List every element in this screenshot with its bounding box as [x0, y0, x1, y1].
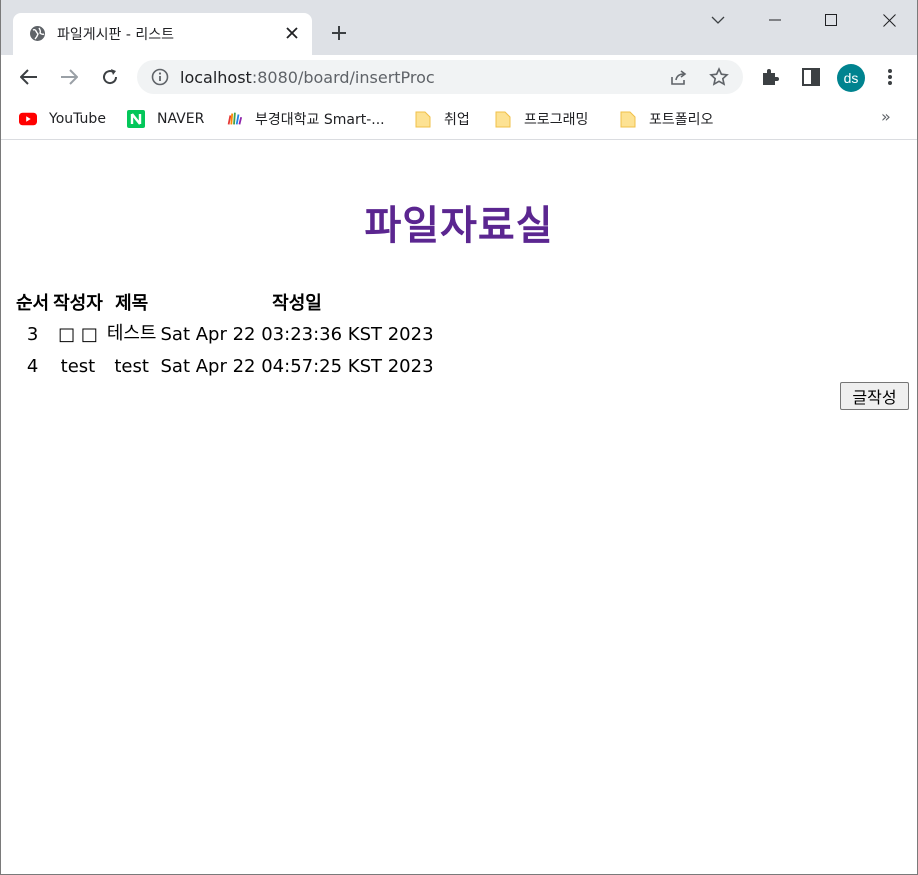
column-header-title: 제목	[115, 293, 149, 314]
folder-icon	[619, 110, 637, 128]
forward-icon[interactable]	[57, 65, 81, 89]
table-row[interactable]: 3 □ □ 테스트 Sat Apr 22 03:23:36 KST 2023	[15, 319, 435, 349]
site-info-icon[interactable]	[151, 68, 169, 86]
side-panel-icon[interactable]	[800, 66, 822, 88]
cell-no: 4	[26, 355, 39, 377]
maximize-icon[interactable]	[817, 8, 845, 32]
cell-date: Sat Apr 22 04:57:25 KST 2023	[160, 355, 434, 377]
tab-strip: 파일게시판 - 리스트	[1, 0, 917, 55]
close-tab-icon[interactable]	[283, 24, 301, 42]
folder-icon	[414, 110, 432, 128]
bookmarks-bar: YouTube NAVER 부경대학교 Smart-... 취업 프로그래밍 포…	[1, 99, 917, 140]
url-text: localhost:8080/board/insertProc	[180, 68, 435, 87]
cell-title: test	[114, 355, 149, 377]
write-post-button[interactable]: 글작성	[840, 382, 909, 410]
page-content: 파일자료실 순서 작성자 제목 작성일 3 □ □ 테스트 Sat Apr 22…	[1, 141, 917, 874]
board-table: 순서 작성자 제목 작성일 3 □ □ 테스트 Sat Apr 22 03:23…	[13, 285, 437, 383]
cell-no: 3	[26, 323, 39, 345]
chevron-down-icon[interactable]	[704, 8, 732, 32]
new-tab-icon[interactable]	[327, 21, 351, 45]
page-title: 파일자료실	[364, 203, 554, 249]
tab-title: 파일게시판 - 리스트	[57, 27, 174, 43]
pknu-icon	[225, 110, 243, 128]
reload-icon[interactable]	[98, 65, 122, 89]
browser-window: 파일게시판 - 리스트 localhost:8080/board/insertP…	[0, 0, 918, 875]
close-window-icon[interactable]	[875, 8, 903, 32]
column-header-no: 순서	[16, 293, 50, 314]
cell-writer: test	[60, 355, 96, 377]
bookmark-pknu[interactable]: 부경대학교 Smart-...	[225, 108, 385, 130]
bookmark-folder-programming[interactable]: 프로그래밍	[494, 108, 588, 130]
bookmark-star-icon[interactable]	[709, 67, 729, 87]
column-header-writer: 작성자	[53, 293, 103, 314]
browser-toolbar: localhost:8080/board/insertProc ds	[1, 55, 917, 99]
back-icon[interactable]	[17, 65, 41, 89]
active-tab[interactable]: 파일게시판 - 리스트	[13, 13, 312, 55]
extensions-icon[interactable]	[759, 66, 781, 88]
cell-writer: □ □	[58, 323, 98, 345]
more-menu-icon[interactable]	[879, 66, 901, 88]
table-header-row: 순서 작성자 제목 작성일	[15, 287, 435, 317]
globe-icon	[29, 25, 46, 42]
bookmarks-overflow-icon[interactable]: »	[881, 107, 891, 126]
column-header-date: 작성일	[272, 293, 322, 314]
bookmark-folder-jobs[interactable]: 취업	[414, 108, 470, 130]
address-bar[interactable]: localhost:8080/board/insertProc	[137, 60, 743, 94]
naver-icon	[127, 110, 145, 128]
bookmark-folder-portfolio[interactable]: 포트폴리오	[619, 108, 713, 130]
bookmark-naver[interactable]: NAVER	[127, 108, 204, 130]
profile-avatar[interactable]: ds	[837, 64, 865, 92]
folder-icon	[494, 110, 512, 128]
youtube-icon	[19, 110, 37, 128]
bookmark-youtube[interactable]: YouTube	[19, 108, 106, 130]
table-row[interactable]: 4 test test Sat Apr 22 04:57:25 KST 2023	[15, 351, 435, 381]
share-icon[interactable]	[669, 67, 689, 87]
cell-title: 테스트	[106, 323, 157, 344]
minimize-icon[interactable]	[761, 8, 789, 32]
cell-date: Sat Apr 22 03:23:36 KST 2023	[160, 323, 434, 345]
